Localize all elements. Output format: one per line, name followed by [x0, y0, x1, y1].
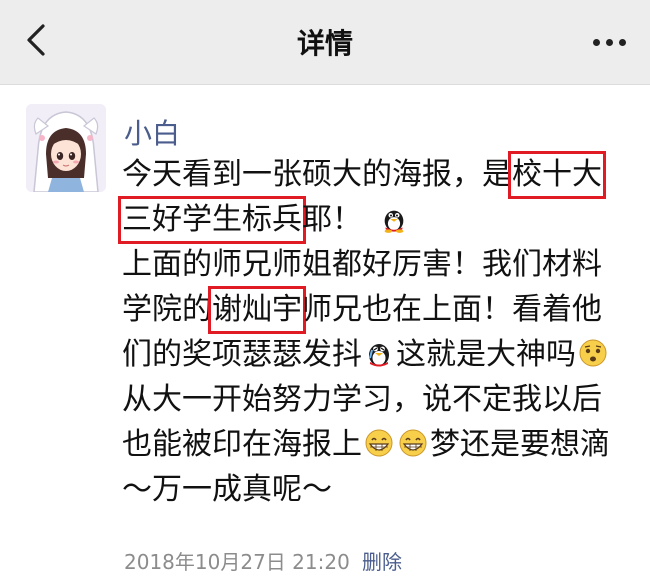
worried-face-emoji-icon [579, 339, 607, 367]
more-options-button[interactable] [584, 22, 634, 62]
post-line-6: 从大一开始努力学习，说不定我以后 [122, 377, 622, 422]
highlighted-text: 谢灿宇 [208, 286, 306, 334]
text-segment: 这就是大神吗 [396, 337, 576, 372]
penguin-emoji-icon [384, 210, 403, 233]
crying-penguin-emoji-icon [369, 344, 389, 367]
more-dots-icon [592, 38, 600, 46]
more-dot [605, 38, 613, 46]
highlighted-text: 三好学生标兵 [118, 196, 306, 244]
post-line-7: 也能被印在海报上 梦还是要想滴 [122, 422, 622, 467]
author-name[interactable]: 小白 [124, 112, 180, 152]
page-title: 详情 [296, 27, 353, 60]
anime-girl-avatar-icon [26, 104, 106, 192]
text-segment: 师兄也在上面！看着他 [302, 292, 602, 327]
post-line-4: 学院的谢灿宇师兄也在上面！看着他 [122, 286, 622, 334]
top-nav-bar: 详情 [0, 0, 650, 85]
post-line-3: 上面的师兄师姐都好厉害！我们材料 [122, 242, 622, 287]
text-segment: 上面的师兄师姐都好厉害！我们材料 [122, 247, 602, 282]
post-line-8: ～万一成真呢～ [122, 467, 622, 512]
post-body: 今天看到一张硕大的海报，是校十大 三好学生标兵耶！ 上面的师兄师姐都好厉害！我们… [118, 151, 622, 512]
grinning-face-emoji-icon [365, 429, 393, 457]
text-segment: 学院的 [122, 292, 212, 327]
text-segment: ～万一成真呢～ [122, 472, 332, 507]
post-line-2: 三好学生标兵耶！ [118, 196, 622, 244]
more-dot [618, 38, 626, 46]
text-segment: 们的奖项瑟瑟发抖 [122, 337, 362, 372]
text-segment: 从大一开始努力学习，说不定我以后 [122, 382, 602, 417]
delete-link[interactable]: 删除 [362, 546, 402, 575]
text-segment: 也能被印在海报上 [122, 427, 362, 462]
text-segment: 今天看到一张硕大的海报，是 [122, 157, 512, 192]
text-segment: 梦还是要想滴 [430, 427, 610, 462]
highlighted-text: 校十大 [508, 151, 606, 199]
post-line-1: 今天看到一张硕大的海报，是校十大 [122, 151, 622, 199]
text-segment: 耶！ [302, 202, 362, 237]
avatar[interactable] [26, 104, 106, 192]
post-timestamp: 2018年10月27日 21:20 [124, 550, 350, 574]
post-line-5: 们的奖项瑟瑟发抖 这就是大神吗 [122, 332, 622, 377]
grinning-face-emoji-icon [399, 429, 427, 457]
